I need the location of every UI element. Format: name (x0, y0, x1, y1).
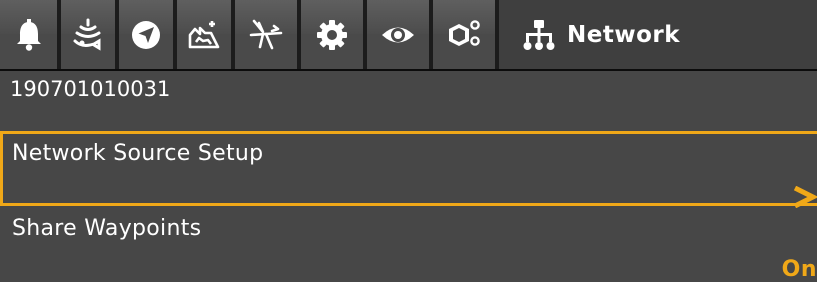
accessory-bird-icon (249, 19, 283, 49)
network-icon (523, 19, 555, 50)
network-source-setup-item[interactable]: Network Source Setup (0, 131, 817, 208)
chart-contour-icon (188, 20, 220, 48)
gear-icon (317, 19, 347, 50)
tab-alarms[interactable] (0, 0, 57, 69)
eye-icon (382, 27, 414, 42)
tab-accessories-bird[interactable] (235, 0, 297, 69)
share-waypoints-value: On (781, 257, 817, 282)
tab-accessories[interactable] (433, 0, 495, 69)
tab-bar: Network (0, 0, 817, 71)
tab-chart[interactable] (177, 0, 231, 69)
share-waypoints-label: Share Waypoints (12, 216, 202, 241)
tab-network-label: Network (567, 21, 681, 48)
chevron-right-icon (793, 186, 817, 208)
network-source-setup-label: Network Source Setup (12, 141, 264, 166)
tab-views[interactable] (367, 0, 429, 69)
share-waypoints-item[interactable]: Share Waypoints On (0, 206, 817, 282)
navigation-compass-icon (132, 20, 160, 49)
tab-sonar[interactable] (61, 0, 115, 69)
tab-network[interactable]: Network (499, 0, 817, 69)
tab-navigation[interactable] (119, 0, 173, 69)
bell-icon (16, 18, 41, 51)
accessories-blocks-icon (449, 19, 480, 46)
tab-setup[interactable] (301, 0, 363, 69)
device-serial-number: 190701010031 (10, 77, 171, 101)
sonar-fish-icon (73, 18, 101, 51)
